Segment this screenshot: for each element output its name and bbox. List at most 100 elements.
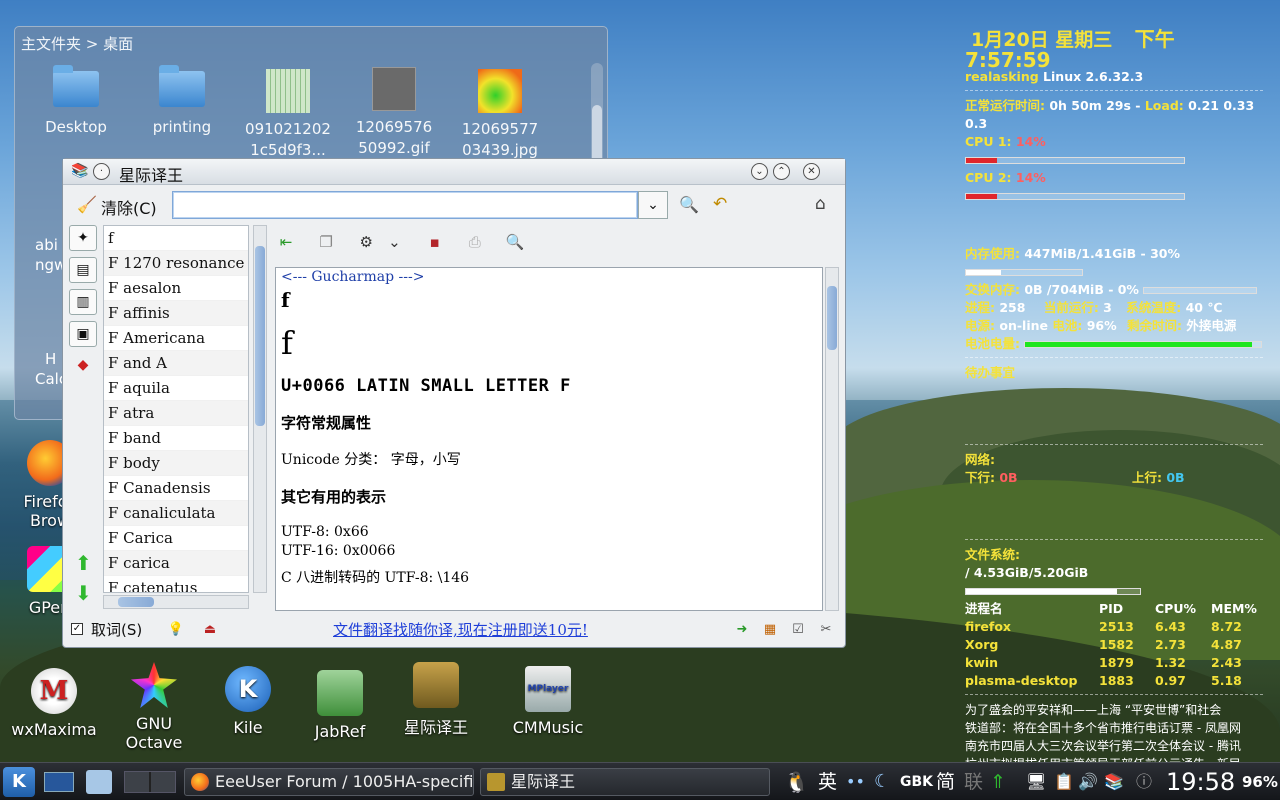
list-item[interactable]: F aquila bbox=[104, 376, 248, 401]
scan-label[interactable]: 取词(S) bbox=[91, 619, 142, 640]
net-down: 0B bbox=[999, 470, 1018, 485]
minimize-button[interactable]: ⌄ bbox=[751, 163, 768, 180]
books-icon bbox=[317, 670, 363, 716]
word-list-scrollbar[interactable] bbox=[253, 225, 267, 593]
fulltext-icon[interactable]: ◆ bbox=[69, 353, 97, 379]
go-arrow-icon[interactable]: ➜ bbox=[733, 621, 751, 639]
wxmaxima-launcher[interactable]: M wxMaxima bbox=[6, 668, 102, 739]
lian-toggle[interactable]: 联 bbox=[964, 767, 983, 797]
search-input[interactable] bbox=[172, 191, 638, 219]
news-item[interactable]: 南充市四届人大三次会议举行第二次全体会议 - 腾讯 bbox=[965, 737, 1265, 755]
news-item[interactable]: 铁道部：将在全国十多个省市推行电话订票 - 凤凰网 bbox=[965, 719, 1265, 737]
list-item[interactable]: F and A bbox=[104, 351, 248, 376]
list-view-icon[interactable]: ▤ bbox=[69, 257, 97, 283]
unicode-name: U+0066 LATIN SMALL LETTER F bbox=[281, 376, 571, 396]
file-item[interactable]: 091021202 1c5d9f3... bbox=[233, 69, 343, 161]
up-arrows-icon[interactable]: ⇑ bbox=[990, 767, 1006, 797]
gif-file-item[interactable]: 12069576 50992.gif bbox=[339, 67, 449, 159]
volume-icon[interactable]: 🔊 bbox=[1078, 767, 1098, 797]
scan-checkbox[interactable]: ✓ bbox=[71, 623, 83, 635]
list-item[interactable]: f bbox=[104, 226, 248, 251]
task-stardict[interactable]: 星际译王 bbox=[480, 768, 770, 796]
system-monitor: 1月20日 星期三 下午 7:57:59 realasking Linux 2.… bbox=[965, 29, 1265, 791]
kde-menu-button[interactable]: K bbox=[3, 767, 35, 797]
quit-icon[interactable]: ⏏ bbox=[201, 621, 219, 639]
manage-dict-icon[interactable]: ▦ bbox=[761, 621, 779, 639]
copy-icon[interactable]: ❐ bbox=[315, 231, 337, 253]
c-escape-value: C 八进制转码的 UTF-8: \146 bbox=[281, 570, 470, 586]
cpu2-value: 14% bbox=[1015, 170, 1046, 185]
list-item[interactable]: F atra bbox=[104, 401, 248, 426]
network-tray-icon[interactable]: 🖥 bbox=[1026, 767, 1046, 797]
settings-gear-icon[interactable]: ⚙ bbox=[355, 231, 377, 253]
show-desktop-icon[interactable] bbox=[44, 772, 74, 792]
list-item[interactable]: F aesalon bbox=[104, 276, 248, 301]
battery-percent[interactable]: 96% bbox=[1242, 767, 1278, 797]
definition-scrollbar[interactable] bbox=[825, 267, 839, 611]
jump-start-icon[interactable]: ⇤ bbox=[275, 231, 297, 253]
history-dropdown-button[interactable]: ⌄ bbox=[638, 191, 668, 219]
window-menu-icon[interactable]: · bbox=[93, 163, 110, 180]
jpg-file-item[interactable]: 12069577 03439.jpg bbox=[445, 69, 555, 161]
word-list[interactable]: fF 1270 resonance F aesalon F affinis F Ame… bbox=[103, 225, 249, 593]
list-item[interactable]: F band bbox=[104, 426, 248, 451]
wand-icon[interactable]: ✦ bbox=[69, 225, 97, 251]
print-icon[interactable]: ⎙ bbox=[464, 231, 486, 253]
network-icon[interactable] bbox=[86, 770, 112, 794]
search-icon[interactable]: 🔍 bbox=[679, 195, 699, 214]
list-item[interactable]: F Carica bbox=[104, 526, 248, 551]
news-item[interactable]: 为了盛会的平安祥和——上海 “平安世博”和社会 bbox=[965, 701, 1265, 719]
up-arrow-icon[interactable]: ⬆ bbox=[75, 551, 92, 575]
down-arrow-icon[interactable]: ⬇ bbox=[75, 581, 92, 605]
chevron-down-icon[interactable]: ⌄ bbox=[383, 231, 405, 253]
home-icon[interactable]: ⌂ bbox=[815, 194, 826, 214]
list-item[interactable]: F canaliculata bbox=[104, 501, 248, 526]
tux-icon[interactable]: 🐧 bbox=[784, 767, 809, 797]
list-item[interactable]: F catenatus bbox=[104, 576, 248, 592]
jabref-launcher[interactable]: JabRef bbox=[292, 670, 388, 741]
close-button[interactable]: ✕ bbox=[803, 163, 820, 180]
word-list-hscrollbar[interactable] bbox=[103, 595, 249, 609]
task-firefox[interactable]: EeeUser Forum / 1005HA-specific bbox=[184, 768, 474, 796]
tree-view-icon[interactable]: ▥ bbox=[69, 289, 97, 315]
list-item[interactable]: F 1270 resonance bbox=[104, 251, 248, 276]
list-item[interactable]: F affinis bbox=[104, 301, 248, 326]
punctuation-icon[interactable]: •• bbox=[846, 767, 865, 797]
bulb-icon[interactable]: 💡 bbox=[167, 621, 185, 639]
list-item[interactable]: F carica bbox=[104, 551, 248, 576]
clear-button[interactable]: 清除(C) bbox=[101, 195, 157, 219]
tools-icon[interactable]: ✂ bbox=[817, 621, 835, 639]
utf8-value: UTF-8: 0x66 bbox=[281, 524, 369, 540]
clear-icon[interactable]: 🧹 bbox=[77, 195, 97, 214]
stardict-launcher[interactable]: 星际译王 bbox=[388, 662, 484, 738]
printing-folder[interactable]: printing bbox=[127, 65, 237, 138]
definition-panel[interactable]: <--- Gucharmap ---> f f U+0066 LATIN SMA… bbox=[275, 267, 823, 611]
clock[interactable]: 19:58 bbox=[1166, 767, 1235, 797]
simplified-toggle[interactable]: 简 bbox=[936, 767, 955, 797]
cmmusic-launcher[interactable]: MPlayer CMMusic bbox=[500, 666, 596, 737]
ad-link[interactable]: 文件翻译找随你译,现在注册即送10元! bbox=[333, 619, 588, 640]
list-item[interactable]: F body bbox=[104, 451, 248, 476]
kile-launcher[interactable]: K Kile bbox=[200, 666, 296, 737]
maximize-button[interactable]: ⌃ bbox=[773, 163, 790, 180]
list-item[interactable]: F Canadensis bbox=[104, 476, 248, 501]
encoding-gbk[interactable]: GBK bbox=[900, 767, 933, 797]
stardict-tray-icon[interactable]: 📚 bbox=[1104, 767, 1124, 797]
preferences-icon[interactable]: ☑ bbox=[789, 621, 807, 639]
list-item[interactable]: F Americana bbox=[104, 326, 248, 351]
octave-launcher[interactable]: GNU Octave bbox=[106, 662, 202, 752]
app-book-icon: 📚 bbox=[71, 163, 89, 179]
clipboard-icon[interactable]: 📋 bbox=[1054, 767, 1074, 797]
moon-icon[interactable]: ☾ bbox=[874, 767, 890, 797]
dictionary-icon[interactable]: ▣ bbox=[69, 321, 97, 347]
window-titlebar[interactable]: 📚 · 星际译王 ⌄ ⌃ ✕ bbox=[63, 159, 845, 185]
find-icon[interactable]: 🔍 bbox=[504, 231, 526, 253]
pager[interactable] bbox=[124, 771, 176, 793]
back-arrow-icon[interactable]: ↶ bbox=[713, 194, 727, 214]
info-icon[interactable]: ⓘ bbox=[1136, 767, 1152, 797]
folder-path[interactable]: 主文件夹 > 桌面 bbox=[21, 33, 133, 54]
ime-mode[interactable]: 英 bbox=[818, 767, 837, 797]
desktop-folder[interactable]: Desktop bbox=[21, 65, 131, 138]
filesystem-usage: / 4.53GiB/5.20GiB bbox=[965, 565, 1089, 580]
save-icon[interactable]: ▪ bbox=[424, 231, 446, 253]
